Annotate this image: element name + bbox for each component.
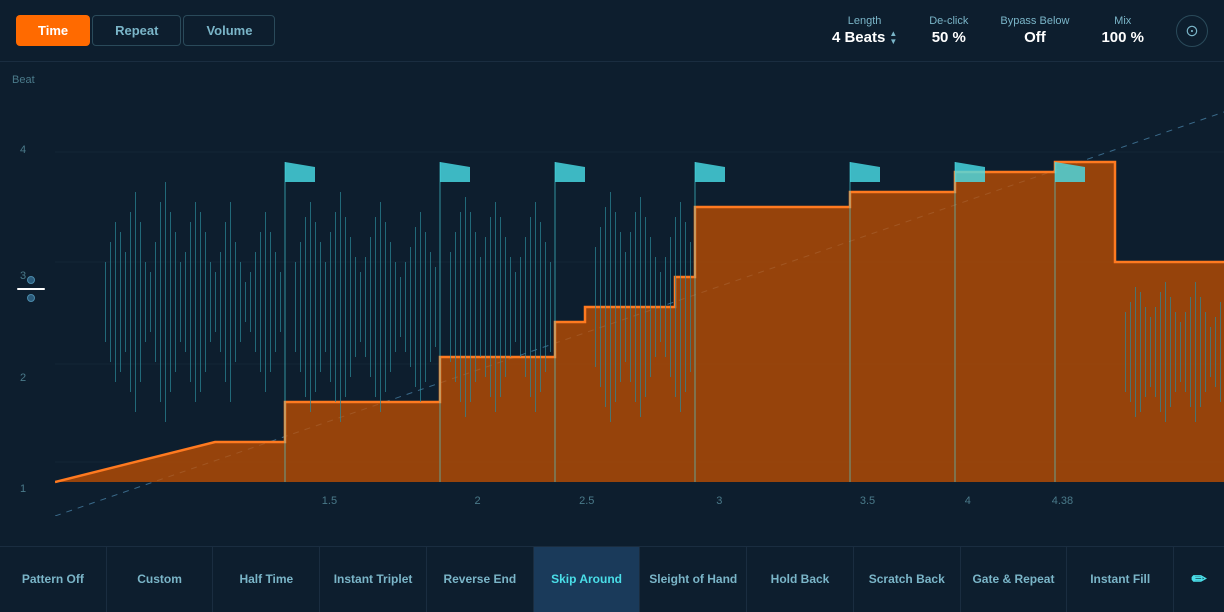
- mix-label: Mix: [1114, 15, 1131, 27]
- x-label-4: 4: [965, 495, 971, 507]
- declick-value[interactable]: 50 %: [932, 29, 966, 46]
- tab-volume[interactable]: Volume: [183, 15, 275, 46]
- length-arrows: ▲▼: [889, 30, 897, 46]
- tab-group: Time Repeat Volume: [16, 15, 275, 46]
- more-button[interactable]: ⊙: [1176, 15, 1208, 47]
- chart-area[interactable]: 1.5 2 2.5 3 3.5 4 4.38: [55, 62, 1224, 516]
- chart-svg: [55, 62, 1224, 516]
- x-label-25: 2.5: [579, 495, 594, 507]
- pattern-btn-instant-fill[interactable]: Instant Fill: [1067, 547, 1174, 612]
- pattern-btn-custom[interactable]: Custom: [107, 547, 214, 612]
- y-label-1: 1: [20, 483, 26, 495]
- x-label-35: 3.5: [860, 495, 875, 507]
- bypass-control: Bypass Below Off: [1000, 15, 1069, 46]
- x-label-438: 4.38: [1052, 495, 1073, 507]
- declick-label: De-click: [929, 15, 968, 27]
- x-axis: 1.5 2 2.5 3 3.5 4 4.38: [110, 486, 1224, 516]
- pattern-btn-pencil[interactable]: ✏: [1174, 547, 1224, 612]
- pattern-btn-instant-triplet[interactable]: Instant Triplet: [320, 547, 427, 612]
- y-label-2: 2: [20, 372, 26, 384]
- pattern-btn-skip-around[interactable]: Skip Around: [534, 547, 641, 612]
- main-chart-area: Beat 4 3 2 1: [0, 62, 1224, 546]
- pattern-btn-reverse-end[interactable]: Reverse End: [427, 547, 534, 612]
- bypass-label: Bypass Below: [1000, 15, 1069, 27]
- tab-time[interactable]: Time: [16, 15, 90, 46]
- pattern-btn-hold-back[interactable]: Hold Back: [747, 547, 854, 612]
- tab-repeat[interactable]: Repeat: [92, 15, 181, 46]
- pattern-btn-gate-repeat[interactable]: Gate & Repeat: [961, 547, 1068, 612]
- pattern-btn-sleight[interactable]: Sleight of Hand: [640, 547, 747, 612]
- pattern-btn-halftime[interactable]: Half Time: [213, 547, 320, 612]
- header: Time Repeat Volume Length 4 Beats ▲▼ De-…: [0, 0, 1224, 62]
- length-value: 4 Beats: [832, 29, 885, 46]
- bypass-value[interactable]: Off: [1024, 29, 1046, 46]
- x-label-15: 1.5: [322, 495, 337, 507]
- length-value-group[interactable]: 4 Beats ▲▼: [832, 29, 897, 46]
- mix-control: Mix 100 %: [1101, 15, 1144, 46]
- bottom-toolbar: Pattern Off Custom Half Time Instant Tri…: [0, 546, 1224, 612]
- header-controls: Length 4 Beats ▲▼ De-click 50 % Bypass B…: [832, 15, 1208, 47]
- length-label: Length: [848, 15, 882, 27]
- declick-control: De-click 50 %: [929, 15, 968, 46]
- x-label-3: 3: [716, 495, 722, 507]
- mix-value[interactable]: 100 %: [1101, 29, 1144, 46]
- x-label-2: 2: [475, 495, 481, 507]
- pattern-btn-scratch-back[interactable]: Scratch Back: [854, 547, 961, 612]
- y-label-4: 4: [20, 144, 26, 156]
- pencil-icon: ✏: [1192, 568, 1207, 591]
- length-control: Length 4 Beats ▲▼: [832, 15, 897, 46]
- y-label-3: 3: [20, 270, 26, 282]
- pattern-btn-off[interactable]: Pattern Off: [0, 547, 107, 612]
- y-axis: 4 3 2 1: [0, 62, 60, 546]
